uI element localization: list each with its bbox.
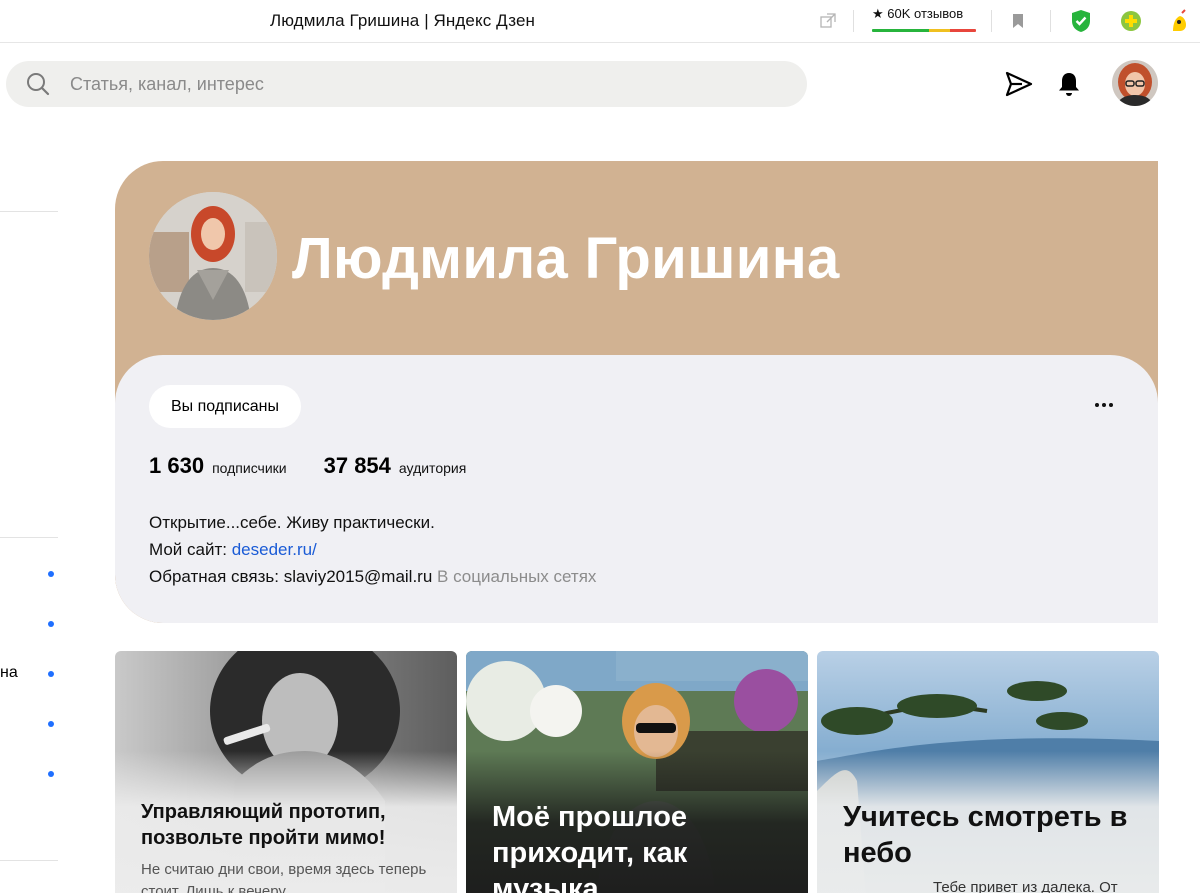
audience-label: аудитория <box>398 460 467 476</box>
article-title: Управляющий прототип, позвольте пройти м… <box>141 801 386 849</box>
bell-icon[interactable] <box>1053 68 1085 100</box>
site-line: Мой сайт: deseder.ru/ <box>149 536 596 563</box>
channel-stats: 1 630 подписчики 37 854 аудитория <box>149 453 466 479</box>
avatar[interactable] <box>1112 60 1158 106</box>
subscribers-count: 1 630 <box>149 453 205 478</box>
toolbar-separator <box>853 10 854 32</box>
article-snippet: Тебе привет из далека. От <box>933 879 1118 893</box>
reviews-rating-bar <box>872 29 976 32</box>
sidebar-divider <box>0 537 58 538</box>
toolbar-separator <box>1050 10 1051 32</box>
toolbar-separator <box>991 10 992 32</box>
green-plus-extension-icon[interactable] <box>1119 9 1143 33</box>
external-link-icon[interactable] <box>816 9 840 33</box>
reviews-badge[interactable]: ★ 60K отзывов <box>872 6 978 32</box>
feedback-text: Обратная связь: slaviy2015@mail.ru <box>149 567 433 586</box>
article-snippet: Не считаю дни свои, время здесь теперь с… <box>141 861 427 893</box>
feedback-line: Обратная связь: slaviy2015@mail.ru В соц… <box>149 563 596 590</box>
article-title: Учитесь смотреть в небо <box>843 801 1128 869</box>
sidebar-divider <box>0 211 58 212</box>
article-card[interactable]: Управляющий прототип, позвольте пройти м… <box>115 651 457 893</box>
article-card[interactable]: Моё прошлое приходит, как музыка <box>466 651 808 893</box>
social-networks-link[interactable]: В социальных сетях <box>437 567 596 586</box>
sidebar-item-indicator[interactable] <box>48 721 54 727</box>
search-input[interactable] <box>70 73 770 95</box>
shield-check-icon[interactable] <box>1069 9 1093 33</box>
audience-count: 37 854 <box>323 453 391 478</box>
bookmark-icon[interactable] <box>1006 9 1030 33</box>
site-link[interactable]: deseder.ru/ <box>232 540 317 559</box>
subscribers-label: подписчики <box>212 460 287 476</box>
send-icon[interactable] <box>1003 68 1035 100</box>
search-icon[interactable] <box>6 61 70 107</box>
article-card[interactable]: Учитесь смотреть в небо Тебе привет из д… <box>817 651 1159 893</box>
channel-name: Людмила Гришина <box>292 226 840 291</box>
sidebar-item-label[interactable]: на <box>0 664 18 682</box>
search-bar[interactable] <box>6 61 807 107</box>
sidebar-item-indicator[interactable] <box>48 771 54 777</box>
sidebar-item-indicator[interactable] <box>48 621 54 627</box>
channel-avatar[interactable] <box>149 192 277 320</box>
tab-title: Людмила Гришина | Яндекс Дзен <box>269 11 536 30</box>
yellow-extension-icon[interactable] <box>1168 9 1192 33</box>
channel-info-panel: Вы подписаны 1 630 подписчики 37 854 ауд… <box>115 355 1158 623</box>
site-prefix: Мой сайт: <box>149 540 232 559</box>
channel-description: Открытие...себе. Живу практически. Мой с… <box>149 509 596 590</box>
more-options-icon[interactable] <box>1084 393 1124 417</box>
description-line: Открытие...себе. Живу практически. <box>149 513 435 532</box>
sidebar-divider <box>0 860 58 861</box>
reviews-label: ★ 60K отзывов <box>872 6 964 21</box>
article-title: Моё прошлое приходит, как музыка <box>492 801 688 893</box>
sidebar-item-indicator[interactable] <box>48 671 54 677</box>
sidebar-item-indicator[interactable] <box>48 571 54 577</box>
browser-top-bar: Людмила Гришина | Яндекс Дзен ★ 60K отзы… <box>0 0 1200 43</box>
subscribe-button[interactable]: Вы подписаны <box>149 385 301 428</box>
channel-card: Людмила Гришина Вы подписаны 1 630 подпи… <box>115 161 1158 623</box>
